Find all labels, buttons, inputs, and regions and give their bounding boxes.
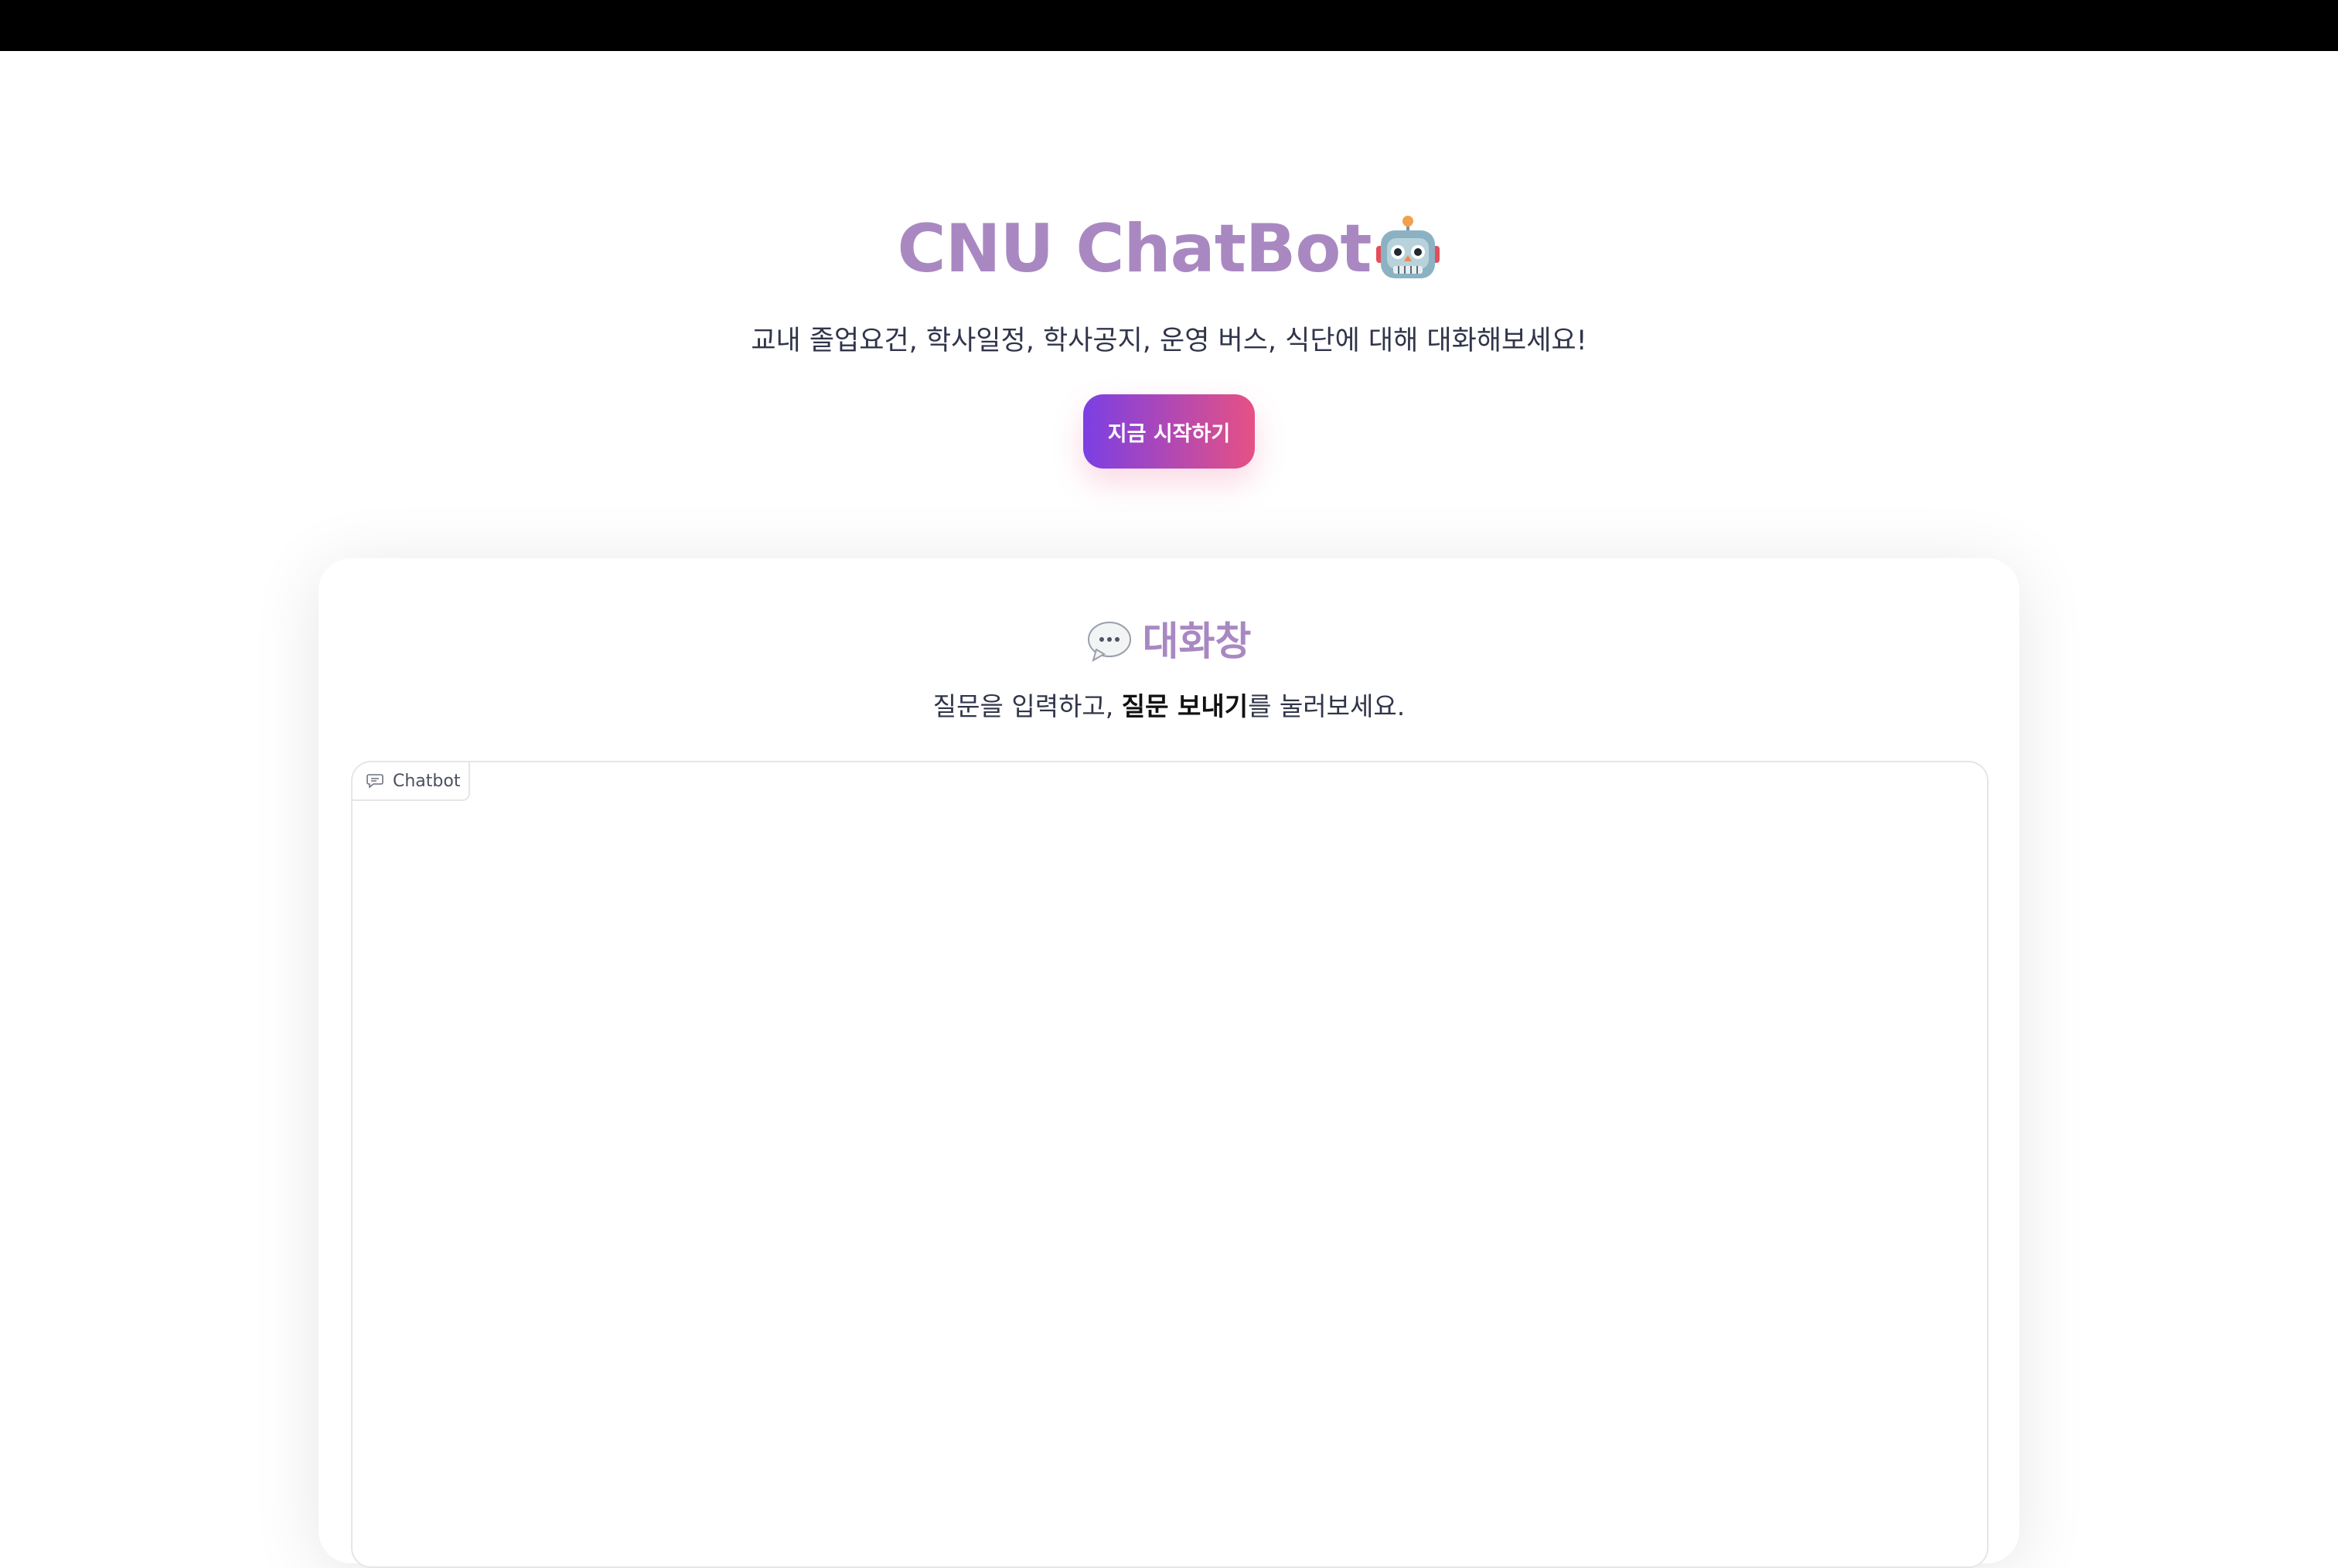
- top-black-bar: [0, 0, 2338, 51]
- instructions-prefix: 질문을 입력하고,: [932, 691, 1122, 721]
- chat-icon: [366, 773, 383, 789]
- speech-bubble-icon: [1087, 620, 1132, 663]
- instructions-send-label: 질문 보내기: [1121, 691, 1249, 721]
- chat-panel-instructions: 질문을 입력하고, 질문 보내기를 눌러보세요.: [319, 691, 2019, 722]
- page-title: CNU ChatBot: [897, 210, 1372, 288]
- chat-panel-title-row: 대화창: [319, 620, 2019, 663]
- chatbot-label-tab: Chatbot: [353, 762, 470, 801]
- chat-panel: 대화창 질문을 입력하고, 질문 보내기를 눌러보세요. Chatbot: [319, 558, 2019, 1568]
- chatbot-label-text: Chatbot: [393, 771, 461, 791]
- chat-panel-title: 대화창: [1142, 619, 1252, 665]
- start-now-button[interactable]: 지금 시작하기: [1083, 394, 1255, 469]
- instructions-suffix: 를 눌러보세요.: [1248, 691, 1406, 721]
- robot-icon: [1375, 215, 1441, 283]
- chatbot-window[interactable]: Chatbot: [351, 761, 1989, 1568]
- page-subtitle: 교내 졸업요건, 학사일정, 학사공지, 운영 버스, 식단에 대해 대화해보세…: [751, 326, 1587, 356]
- page-title-row: CNU ChatBot: [0, 215, 2338, 283]
